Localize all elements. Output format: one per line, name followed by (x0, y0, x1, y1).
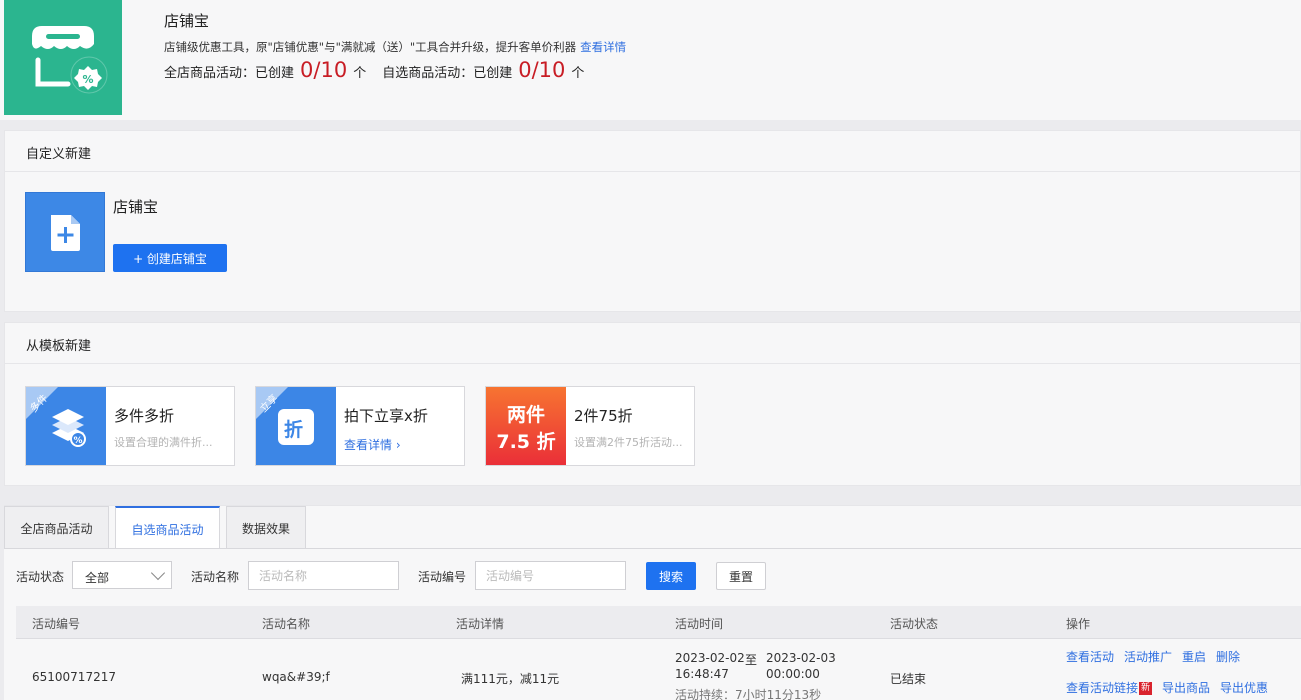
svg-text:%: % (73, 436, 82, 446)
delete-link[interactable]: 删除 (1216, 648, 1240, 665)
template-create-panel: 从模板新建 % 多件 多件多折 设置合理的满件折... 立享 折 拍下立享x折 (4, 322, 1301, 486)
template-card-title: 拍下立享x折 (344, 407, 428, 425)
table-row: 65100717217 wqa&#39;f 满111元，减11元 2023-02… (16, 640, 1301, 700)
svg-text:%: % (82, 73, 93, 86)
row-end-date: 2023-02-03 (766, 651, 836, 665)
new-file-icon (25, 192, 105, 272)
template-card-details-link[interactable]: 查看详情 › (344, 436, 401, 453)
badge-line1: 两件 (506, 404, 545, 426)
discount-char: 折 (284, 419, 304, 441)
stat-selected-label: 自选商品活动：已创建 (382, 66, 513, 81)
activity-stats: 全店商品活动：已创建 0/10 个 自选商品活动：已创建 0/10 个 (164, 58, 584, 82)
row-activity-detail: 满111元，减11元 (461, 672, 560, 686)
stat-all-label: 全店商品活动：已创建 (164, 66, 295, 81)
row-duration: 活动持续：7小时11分13秒 (675, 688, 822, 700)
status-filter-value: 全部 (85, 571, 110, 585)
multi-discount-icon: % 多件 (26, 387, 106, 465)
page-description: 店铺级优惠工具，原"店铺优惠"与"满就减（送）"工具合并升级，提升客单价利器 查看… (164, 39, 626, 55)
custom-create-heading: 自定义新建 (5, 131, 1300, 172)
col-activity-time: 活动时间 (675, 617, 724, 631)
activity-name-input[interactable] (248, 561, 399, 590)
template-create-heading: 从模板新建 (5, 323, 1300, 364)
col-activity-detail: 活动详情 (456, 617, 505, 631)
id-filter-label: 活动编号 (418, 570, 467, 584)
col-activity-id: 活动编号 (32, 617, 81, 631)
table-header: 活动编号 活动名称 活动详情 活动时间 活动状态 操作 (16, 606, 1301, 639)
tab-all-goods[interactable]: 全店商品活动 (4, 506, 109, 548)
create-shop-treasure-button[interactable]: + 创建店铺宝 (113, 244, 227, 272)
promote-activity-link[interactable]: 活动推广 (1124, 648, 1172, 665)
stat-selected-unit: 个 (571, 66, 585, 81)
page-title: 店铺宝 (164, 12, 210, 30)
status-filter-select[interactable]: 全部 (72, 561, 172, 589)
template-card-title: 2件75折 (574, 407, 633, 425)
export-goods-link[interactable]: 导出商品 (1162, 679, 1210, 696)
col-activity-name: 活动名称 (262, 617, 311, 631)
chevron-right-icon: › (395, 438, 401, 452)
details-link-text: 查看详情 (344, 438, 393, 452)
template-card-title: 多件多折 (114, 407, 175, 425)
stat-selected-value: 0/10 (518, 58, 566, 82)
reset-button[interactable]: 重置 (716, 562, 766, 590)
new-badge: 新 (1139, 682, 1153, 695)
restart-link[interactable]: 重启 (1182, 648, 1206, 665)
custom-card-title: 店铺宝 (113, 198, 159, 216)
tab-data-effect[interactable]: 数据效果 (226, 506, 306, 548)
export-discount-link[interactable]: 导出优惠 (1220, 679, 1268, 696)
search-button[interactable]: 搜索 (646, 562, 696, 590)
template-card-subtitle: 设置满2件75折活动... (574, 436, 683, 449)
view-link-text: 查看活动链接 (1066, 681, 1139, 695)
view-activity-link-button[interactable]: 查看活动链接新 (1066, 679, 1153, 696)
badge-line2: 7.5 折 (496, 431, 556, 453)
custom-create-panel: 自定义新建 店铺宝 + 创建店铺宝 (4, 130, 1301, 312)
two-items-badge-icon: 两件 7.5 折 (486, 387, 566, 465)
row-start-time: 16:48:47 (675, 667, 729, 681)
chevron-down-icon (150, 565, 166, 581)
activity-id-input[interactable] (475, 561, 626, 590)
page-header: % 店铺宝 店铺级优惠工具，原"店铺优惠"与"满就减（送）"工具合并升级，提升客… (0, 0, 1301, 120)
view-details-link[interactable]: 查看详情 (580, 40, 626, 54)
template-card-instant-discount[interactable]: 立享 折 拍下立享x折 查看详情 › (255, 386, 465, 466)
template-card-multi-discount[interactable]: % 多件 多件多折 设置合理的满件折... (25, 386, 235, 466)
page-description-text: 店铺级优惠工具，原"店铺优惠"与"满就减（送）"工具合并升级，提升客单价利器 (164, 40, 577, 54)
template-card-subtitle: 设置合理的满件折... (114, 436, 213, 449)
row-activity-name: wqa&#39;f (262, 670, 330, 684)
activity-list-panel: 全店商品活动 自选商品活动 数据效果 活动状态 全部 活动名称 活动编号 搜索 … (4, 505, 1301, 700)
col-actions: 操作 (1066, 617, 1091, 631)
shop-treasure-logo-icon: % (4, 0, 122, 115)
row-end-time: 00:00:00 (766, 667, 820, 681)
row-start-date: 2023-02-02 (675, 651, 745, 665)
row-status: 已结束 (890, 672, 927, 686)
name-filter-label: 活动名称 (191, 570, 240, 584)
status-filter-label: 活动状态 (16, 570, 65, 584)
view-activity-link[interactable]: 查看活动 (1066, 648, 1114, 665)
stat-all-unit: 个 (353, 66, 367, 81)
row-time-separator: 至 (745, 653, 758, 667)
template-card-two-items[interactable]: 两件 7.5 折 2件75折 设置满2件75折活动... (485, 386, 695, 466)
instant-discount-icon: 立享 折 (256, 387, 336, 465)
tab-selected-goods[interactable]: 自选商品活动 (115, 506, 220, 549)
row-activity-id: 65100717217 (32, 670, 116, 684)
stat-all-value: 0/10 (300, 58, 348, 82)
col-activity-status: 活动状态 (890, 617, 939, 631)
